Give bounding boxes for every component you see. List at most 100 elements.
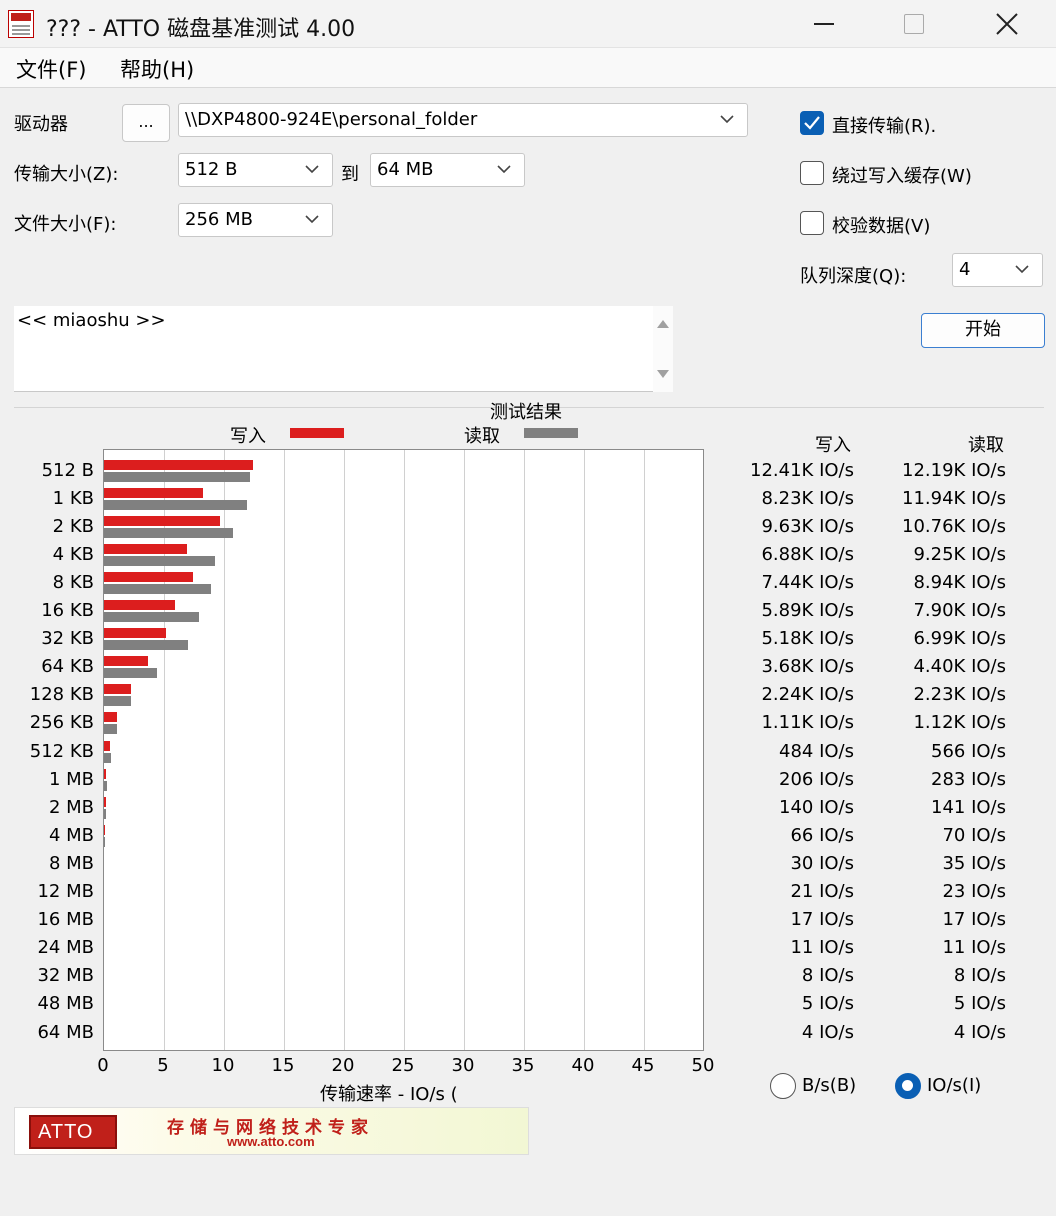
y-tick-label: 24 MB	[37, 937, 94, 959]
write-bar	[104, 515, 220, 526]
drive-select[interactable]: \\DXP4800-924E\personal_folder	[178, 103, 748, 137]
close-icon	[996, 13, 1018, 35]
description-scrollbar[interactable]	[653, 306, 673, 392]
write-bar	[104, 796, 106, 807]
y-tick-label: 32 MB	[37, 965, 94, 987]
y-tick-label: 8 KB	[52, 571, 94, 593]
write-result: 30 IO/s	[790, 852, 854, 874]
write-result: 66 IO/s	[790, 824, 854, 846]
read-column-header: 读取	[968, 435, 1004, 456]
read-bar	[104, 724, 118, 735]
menu-file[interactable]: 文件(F)	[16, 54, 86, 84]
y-tick-label: 8 MB	[48, 852, 94, 874]
chevron-down-icon	[305, 215, 319, 224]
y-tick-label: 4 KB	[52, 543, 94, 565]
verify-label[interactable]: 校验数据(V)	[832, 212, 930, 238]
write-result: 4 IO/s	[801, 1021, 854, 1043]
chart-plot-area	[103, 449, 704, 1051]
queue-depth-select[interactable]: 4	[952, 253, 1043, 287]
write-result: 17 IO/s	[790, 909, 854, 931]
read-result: 2.23K IO/s	[913, 684, 1006, 706]
write-bar	[104, 628, 167, 639]
atto-logo: ATTO	[29, 1115, 117, 1149]
banner-url[interactable]: www.atto.com	[227, 1134, 315, 1149]
x-tick-label: 50	[691, 1055, 715, 1076]
write-result: 5.18K IO/s	[761, 628, 854, 650]
transfer-from-value: 512 B	[185, 159, 238, 180]
gridline	[404, 450, 405, 1050]
y-tick-label: 16 MB	[37, 909, 94, 931]
write-result: 2.24K IO/s	[761, 684, 854, 706]
read-bar	[104, 527, 234, 538]
direct-io-label[interactable]: 直接传输(R).	[832, 112, 936, 138]
read-result: 283 IO/s	[931, 768, 1006, 790]
maximize-button	[866, 0, 960, 48]
io-per-sec-radio[interactable]	[895, 1073, 921, 1099]
bypass-cache-checkbox[interactable]	[800, 161, 824, 185]
write-result: 5.89K IO/s	[761, 600, 854, 621]
write-bar	[104, 656, 149, 667]
y-tick-label: 4 MB	[48, 824, 94, 846]
file-size-value: 256 MB	[185, 209, 253, 230]
write-result: 484 IO/s	[779, 740, 854, 762]
legend-read-label: 读取	[464, 426, 500, 447]
write-bar	[104, 600, 175, 610]
write-bar	[104, 459, 253, 470]
bytes-per-sec-label[interactable]: B/s(B)	[802, 1075, 856, 1096]
gridline	[524, 450, 525, 1050]
gridline	[584, 450, 585, 1050]
y-tick-label: 512 KB	[29, 740, 94, 762]
read-bar	[104, 808, 106, 819]
x-tick-label: 45	[631, 1055, 655, 1076]
write-bar	[104, 543, 187, 554]
bytes-per-sec-radio[interactable]	[770, 1073, 796, 1099]
read-result: 11 IO/s	[942, 937, 1006, 959]
window-title: ??? - ATTO 磁盘基准测试 4.00	[46, 17, 356, 42]
start-button[interactable]: 开始	[921, 313, 1045, 348]
gridline	[224, 450, 225, 1050]
scroll-up-icon[interactable]	[657, 320, 669, 328]
read-result: 35 IO/s	[942, 852, 1006, 874]
x-tick-label: 20	[331, 1055, 355, 1076]
close-button[interactable]	[960, 0, 1054, 48]
scroll-down-icon[interactable]	[657, 370, 669, 378]
read-bar	[104, 499, 248, 510]
read-result: 6.99K IO/s	[913, 628, 1006, 650]
transfer-to-value: 64 MB	[377, 159, 434, 180]
write-bar	[104, 712, 118, 723]
read-result: 4.40K IO/s	[913, 656, 1006, 678]
x-tick-label: 10	[211, 1055, 235, 1076]
gridline	[644, 450, 645, 1050]
gridline	[284, 450, 285, 1050]
y-tick-label: 64 MB	[37, 1021, 94, 1043]
write-bar	[104, 487, 203, 498]
write-bar	[104, 684, 131, 695]
verify-checkbox[interactable]	[800, 211, 824, 235]
y-tick-label: 1 KB	[52, 487, 94, 509]
file-size-select[interactable]: 256 MB	[178, 203, 333, 237]
write-bar	[104, 768, 107, 779]
read-result: 9.25K IO/s	[913, 543, 1006, 565]
write-result: 1.11K IO/s	[761, 712, 854, 734]
y-tick-label: 1 MB	[48, 768, 94, 790]
browse-drive-button[interactable]: ...	[122, 104, 170, 142]
read-bar	[104, 583, 212, 594]
read-result: 11.94K IO/s	[902, 487, 1006, 509]
read-result: 1.12K IO/s	[913, 712, 1006, 734]
gridline	[164, 450, 165, 1050]
y-tick-label: 256 KB	[29, 712, 94, 734]
io-per-sec-label[interactable]: IO/s(I)	[927, 1075, 981, 1096]
bypass-cache-label[interactable]: 绕过写入缓存(W)	[832, 162, 972, 188]
description-field[interactable]: << miaoshu >>	[14, 306, 673, 392]
read-result: 8.94K IO/s	[913, 571, 1006, 593]
minimize-button[interactable]	[778, 0, 872, 48]
direct-io-checkbox[interactable]	[800, 111, 824, 135]
app-icon	[8, 10, 34, 38]
menu-help[interactable]: 帮助(H)	[120, 54, 194, 84]
results-title: 测试结果	[490, 402, 562, 423]
transfer-to-select[interactable]: 64 MB	[370, 153, 525, 187]
transfer-from-select[interactable]: 512 B	[178, 153, 333, 187]
write-result: 6.88K IO/s	[761, 543, 854, 565]
atto-banner[interactable]: ATTO 存储与网络技术专家 www.atto.com	[14, 1107, 529, 1155]
write-result: 12.41K IO/s	[750, 459, 854, 481]
